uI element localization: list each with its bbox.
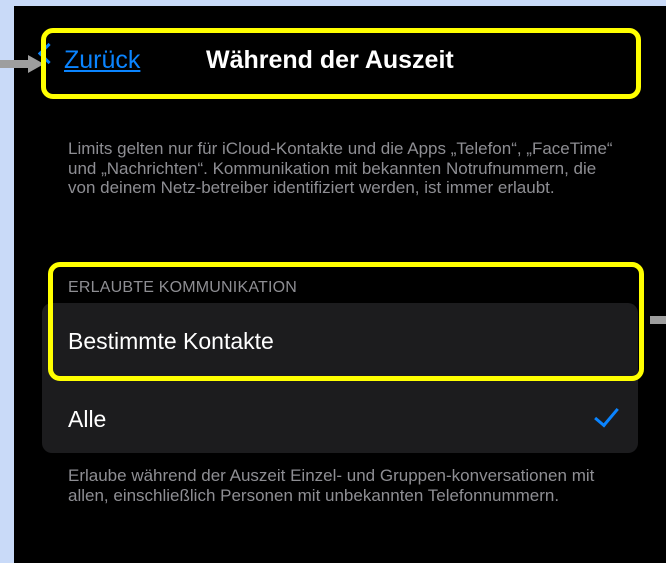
callout-arrow-right [650,316,666,324]
checkmark-icon [594,401,619,428]
limits-info-text: Limits gelten nur für iCloud-Kontakte un… [68,139,613,197]
option-everyone[interactable]: Alle [42,379,638,453]
footer-info-text: Erlaube während der Auszeit Einzel- und … [68,466,595,505]
callout-arrow-left [0,60,30,68]
option-label: Alle [68,406,107,432]
highlight-navigation-bar [41,28,641,99]
highlight-specific-contacts [48,262,644,381]
